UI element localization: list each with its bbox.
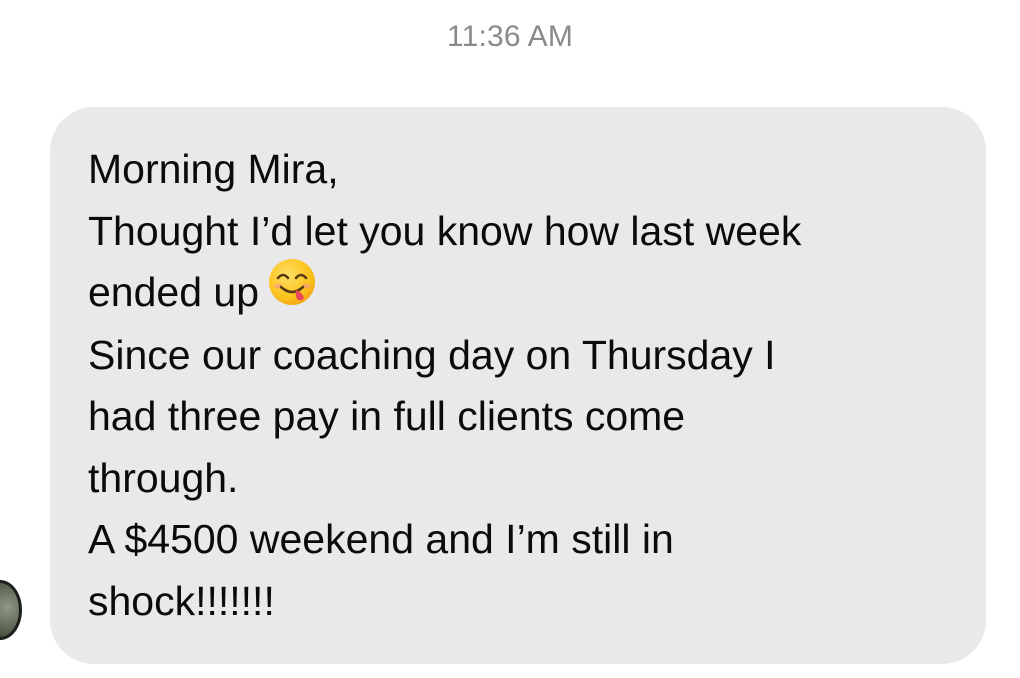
message-line: shock!!!!!!! <box>88 577 275 624</box>
message-line: Thought I’d let you know how last week <box>88 207 802 254</box>
sender-avatar[interactable] <box>0 580 22 640</box>
message-timestamp: 11:36 AM <box>446 20 574 53</box>
message-line: A $4500 weekend and I’m still in <box>88 516 674 563</box>
message-line: through. <box>88 454 239 501</box>
message-line: had three pay in full clients come <box>88 393 686 440</box>
message-line-with-emoji: ended up <box>88 259 946 325</box>
message-line: Since our coaching day on Thursday I <box>88 331 776 378</box>
incoming-message-bubble[interactable]: Morning Mira, Thought I’d let you know h… <box>50 107 986 664</box>
savoring-food-emoji-icon <box>267 257 317 325</box>
message-line-text: ended up <box>88 269 260 315</box>
message-line: Morning Mira, <box>88 146 339 192</box>
